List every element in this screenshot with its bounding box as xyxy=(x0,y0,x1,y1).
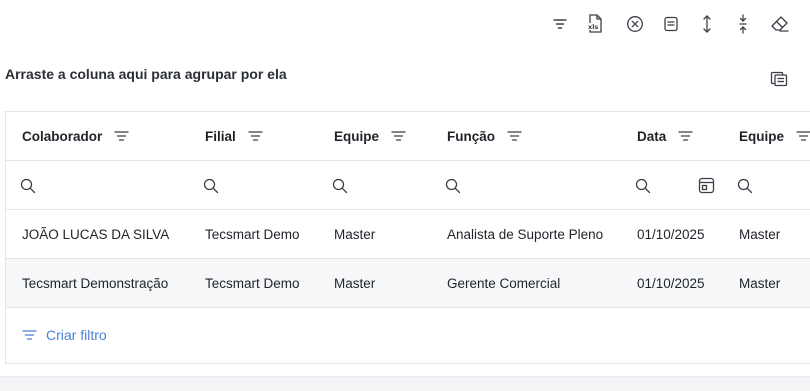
column-header-filial[interactable]: Filial xyxy=(205,112,263,160)
cell-filial: Tecsmart Demo xyxy=(205,226,300,242)
search-icon[interactable] xyxy=(635,178,651,194)
search-icon[interactable] xyxy=(203,178,219,194)
search-icon[interactable] xyxy=(332,178,348,194)
cell-colaborador: JOÃO LUCAS DA SILVA xyxy=(22,226,170,242)
cell-funcao: Gerente Comercial xyxy=(447,275,561,291)
horizontal-scrollbar[interactable] xyxy=(0,376,810,391)
column-header-label: Filial xyxy=(205,128,236,144)
group-panel-text: Arraste a coluna aqui para agrupar por e… xyxy=(5,66,287,82)
grid-toolbar: xls xyxy=(0,0,810,48)
cell-data: 01/10/2025 xyxy=(637,275,705,291)
cell-colaborador: Tecsmart Demonstração xyxy=(22,275,169,291)
data-grid: Colaborador Filial Equipe Função Data Eq… xyxy=(5,111,810,364)
column-header-label: Colaborador xyxy=(22,128,103,144)
column-header-colaborador[interactable]: Colaborador xyxy=(22,112,129,160)
search-icon[interactable] xyxy=(20,178,36,194)
column-header-label: Função xyxy=(447,128,496,144)
column-filter-icon[interactable] xyxy=(248,130,263,142)
column-header-data[interactable]: Data xyxy=(637,112,693,160)
column-filter-icon[interactable] xyxy=(114,130,129,142)
calendar-icon[interactable] xyxy=(698,177,715,194)
eraser-icon[interactable] xyxy=(769,13,791,35)
cell-equipe-2: Master xyxy=(739,275,781,291)
column-header-label: Equipe xyxy=(739,128,785,144)
column-filter-icon[interactable] xyxy=(391,130,406,142)
filter-icon xyxy=(22,330,37,340)
summary-icon[interactable] xyxy=(660,13,682,35)
cell-equipe: Master xyxy=(334,226,376,242)
column-header-label: Equipe xyxy=(334,128,380,144)
column-header-label: Data xyxy=(637,128,667,144)
column-filter-icon[interactable] xyxy=(796,130,810,142)
search-icon[interactable] xyxy=(737,178,753,194)
search-icon[interactable] xyxy=(445,178,461,194)
create-filter-label: Criar filtro xyxy=(46,327,107,343)
xls-label: xls xyxy=(588,23,598,31)
column-header-equipe[interactable]: Equipe xyxy=(334,112,406,160)
column-header-equipe-2[interactable]: Equipe xyxy=(739,112,810,160)
cell-equipe-2: Master xyxy=(739,226,781,242)
cell-filial: Tecsmart Demo xyxy=(205,275,300,291)
column-chooser-icon[interactable] xyxy=(768,69,790,89)
export-xls-icon[interactable]: xls xyxy=(584,13,606,35)
cell-equipe: Master xyxy=(334,275,376,291)
table-row[interactable]: JOÃO LUCAS DA SILVA Tecsmart Demo Master… xyxy=(6,210,810,259)
filter-icon[interactable] xyxy=(549,13,571,35)
cell-funcao: Analista de Suporte Pleno xyxy=(447,226,604,242)
filter-row xyxy=(6,161,810,210)
cell-data: 01/10/2025 xyxy=(637,226,705,242)
collapse-rows-icon[interactable] xyxy=(732,13,754,35)
column-filter-icon[interactable] xyxy=(507,130,522,142)
table-row[interactable]: Tecsmart Demonstração Tecsmart Demo Mast… xyxy=(6,259,810,308)
expand-rows-icon[interactable] xyxy=(696,13,718,35)
create-filter-button[interactable]: Criar filtro xyxy=(22,327,107,343)
column-header-funcao[interactable]: Função xyxy=(447,112,522,160)
header-row: Colaborador Filial Equipe Função Data Eq… xyxy=(6,112,810,161)
clear-filter-icon[interactable] xyxy=(624,13,646,35)
column-filter-icon[interactable] xyxy=(678,130,693,142)
